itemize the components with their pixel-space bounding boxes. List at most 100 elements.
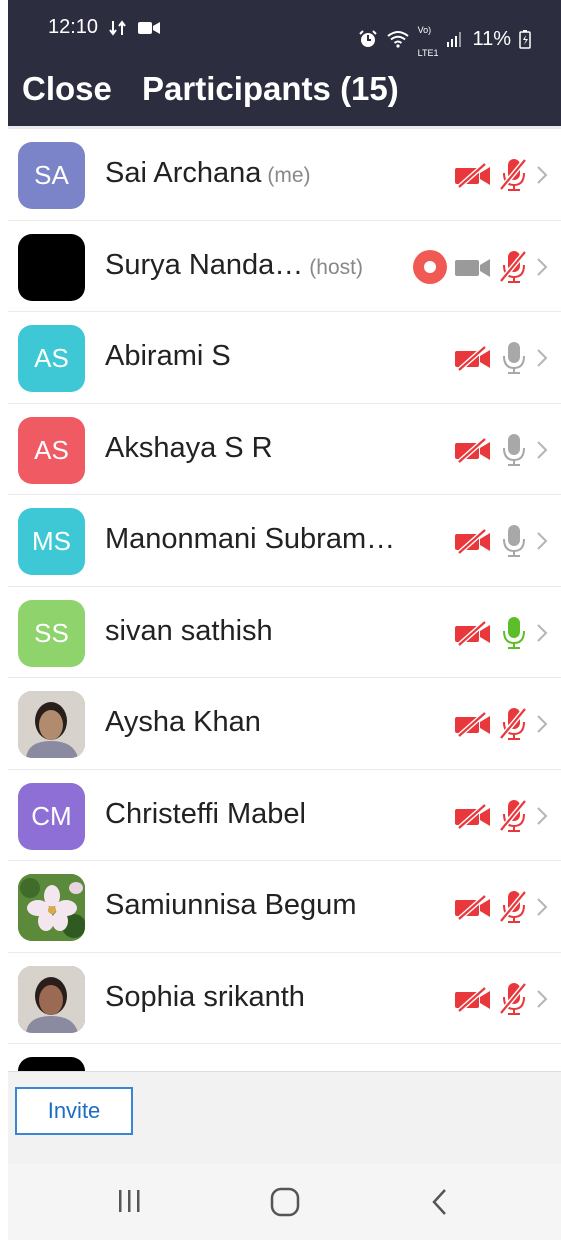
avatar	[18, 965, 85, 1033]
avatar: CM	[18, 782, 85, 850]
close-button[interactable]: Close	[22, 70, 112, 108]
page-title: Participants (15)	[142, 70, 399, 107]
data-transfer-icon	[109, 19, 126, 36]
participant-row[interactable]: Samiunnisa Begum	[8, 861, 561, 953]
avatar-initials: AS	[34, 343, 69, 373]
person-photo-icon	[18, 691, 85, 758]
participant-name-container: Surya Nanda… (host)	[105, 249, 363, 282]
flower-photo-icon	[18, 874, 85, 941]
battery-charging-icon	[519, 30, 531, 49]
participant-controls	[453, 981, 549, 1017]
avatar: SA	[18, 142, 85, 209]
participant-controls	[453, 432, 549, 468]
microphone-icon[interactable]	[499, 523, 529, 559]
participant-row[interactable]: SS sivan sathish	[8, 587, 561, 678]
microphone-muted-icon[interactable]	[499, 706, 529, 742]
participant-name: Manonmani Subram…	[105, 523, 396, 555]
chevron-right-icon[interactable]	[535, 436, 549, 464]
battery-percent: 11%	[472, 27, 511, 50]
participant-name-container: Manonmani Subram…	[105, 523, 395, 556]
person-photo-icon	[18, 965, 85, 1033]
participant-row[interactable]: AS Akshaya S R	[8, 404, 561, 495]
header: Close Participants (15)	[8, 56, 561, 126]
back-icon[interactable]	[428, 1186, 452, 1218]
video-off-icon[interactable]	[453, 802, 493, 830]
avatar	[18, 691, 85, 758]
participant-row[interactable]: Sophia srikanth	[8, 953, 561, 1044]
footer: Invite	[8, 1071, 561, 1165]
participant-row[interactable]: SA Sai Archana (me)	[8, 129, 561, 221]
participant-row[interactable]: MS Manonmani Subram…	[8, 495, 561, 587]
video-off-icon[interactable]	[453, 161, 493, 189]
microphone-icon[interactable]	[499, 615, 529, 651]
invite-button[interactable]: Invite	[15, 1087, 133, 1135]
participant-row[interactable]: CM Christeffi Mabel	[8, 770, 561, 861]
chevron-right-icon[interactable]	[535, 161, 549, 189]
chevron-right-icon[interactable]	[535, 710, 549, 738]
recent-apps-icon[interactable]	[114, 1186, 144, 1216]
video-off-icon[interactable]	[453, 344, 493, 372]
avatar-initials: AS	[34, 434, 69, 465]
avatar-initials: MS	[32, 526, 71, 556]
chevron-right-icon[interactable]	[535, 344, 549, 372]
participant-row[interactable]: Aysha Khan	[8, 678, 561, 770]
avatar-initials: SA	[34, 160, 69, 190]
avatar-initials: SS	[34, 617, 69, 648]
microphone-muted-icon[interactable]	[499, 889, 529, 925]
avatar: MS	[18, 508, 85, 575]
participant-row[interactable]: Surya Nanda… (host)	[8, 221, 561, 312]
participant-name-container: Sai Archana (me)	[105, 157, 311, 190]
chevron-right-icon[interactable]	[535, 985, 549, 1013]
participant-name-container: Aysha Khan	[105, 706, 261, 739]
participant-controls	[413, 249, 549, 285]
status-time: 12:10	[48, 16, 99, 38]
participant-name: Aysha Khan	[105, 706, 261, 738]
participant-name-container: Samiunnisa Begum	[105, 889, 356, 922]
participant-name-container: Sophia srikanth	[105, 981, 305, 1014]
participant-name-container: Christeffi Mabel	[105, 798, 306, 831]
video-off-icon[interactable]	[453, 710, 493, 738]
participant-role-tag: (me)	[267, 164, 311, 187]
home-icon[interactable]	[269, 1186, 301, 1218]
avatar: AS	[18, 416, 85, 484]
avatar	[18, 1057, 85, 1071]
participant-name-container: sivan sathish	[105, 615, 273, 648]
video-off-icon[interactable]	[453, 893, 493, 921]
microphone-muted-icon[interactable]	[499, 249, 529, 285]
video-camera-icon	[138, 21, 161, 34]
participant-controls	[453, 340, 549, 376]
video-on-icon[interactable]	[453, 253, 493, 281]
chevron-right-icon[interactable]	[535, 253, 549, 281]
alarm-icon	[358, 30, 377, 47]
microphone-icon[interactable]	[499, 340, 529, 376]
participant-name: Christeffi Mabel	[105, 797, 306, 830]
video-off-icon[interactable]	[453, 436, 493, 464]
avatar	[18, 233, 85, 301]
microphone-muted-icon[interactable]	[499, 798, 529, 834]
participant-name: sivan sathish	[105, 614, 273, 647]
chevron-right-icon[interactable]	[535, 619, 549, 647]
participant-controls	[453, 889, 549, 925]
participant-name: Samiunnisa Begum	[105, 889, 357, 921]
system-nav-bar	[8, 1164, 561, 1240]
chevron-right-icon[interactable]	[535, 802, 549, 830]
participant-controls	[453, 157, 549, 193]
participant-row[interactable]: AS Abirami S	[8, 312, 561, 404]
avatar: AS	[18, 325, 85, 392]
chevron-right-icon[interactable]	[535, 893, 549, 921]
chevron-right-icon[interactable]	[535, 527, 549, 555]
video-off-icon[interactable]	[453, 527, 493, 555]
video-off-icon[interactable]	[453, 985, 493, 1013]
microphone-icon[interactable]	[499, 432, 529, 468]
participant-row-partial[interactable]	[8, 1044, 561, 1071]
participant-name: Abirami S	[105, 340, 231, 372]
participant-name: Sai Archana	[105, 157, 262, 189]
signal-icon	[447, 32, 462, 47]
video-off-icon[interactable]	[453, 619, 493, 647]
participants-list[interactable]: SA Sai Archana (me) Surya Nanda… (host) AS A…	[8, 129, 561, 1071]
microphone-muted-icon[interactable]	[499, 157, 529, 193]
participant-controls	[453, 798, 549, 834]
microphone-muted-icon[interactable]	[499, 981, 529, 1017]
participant-controls	[453, 615, 549, 651]
participant-controls	[453, 706, 549, 742]
